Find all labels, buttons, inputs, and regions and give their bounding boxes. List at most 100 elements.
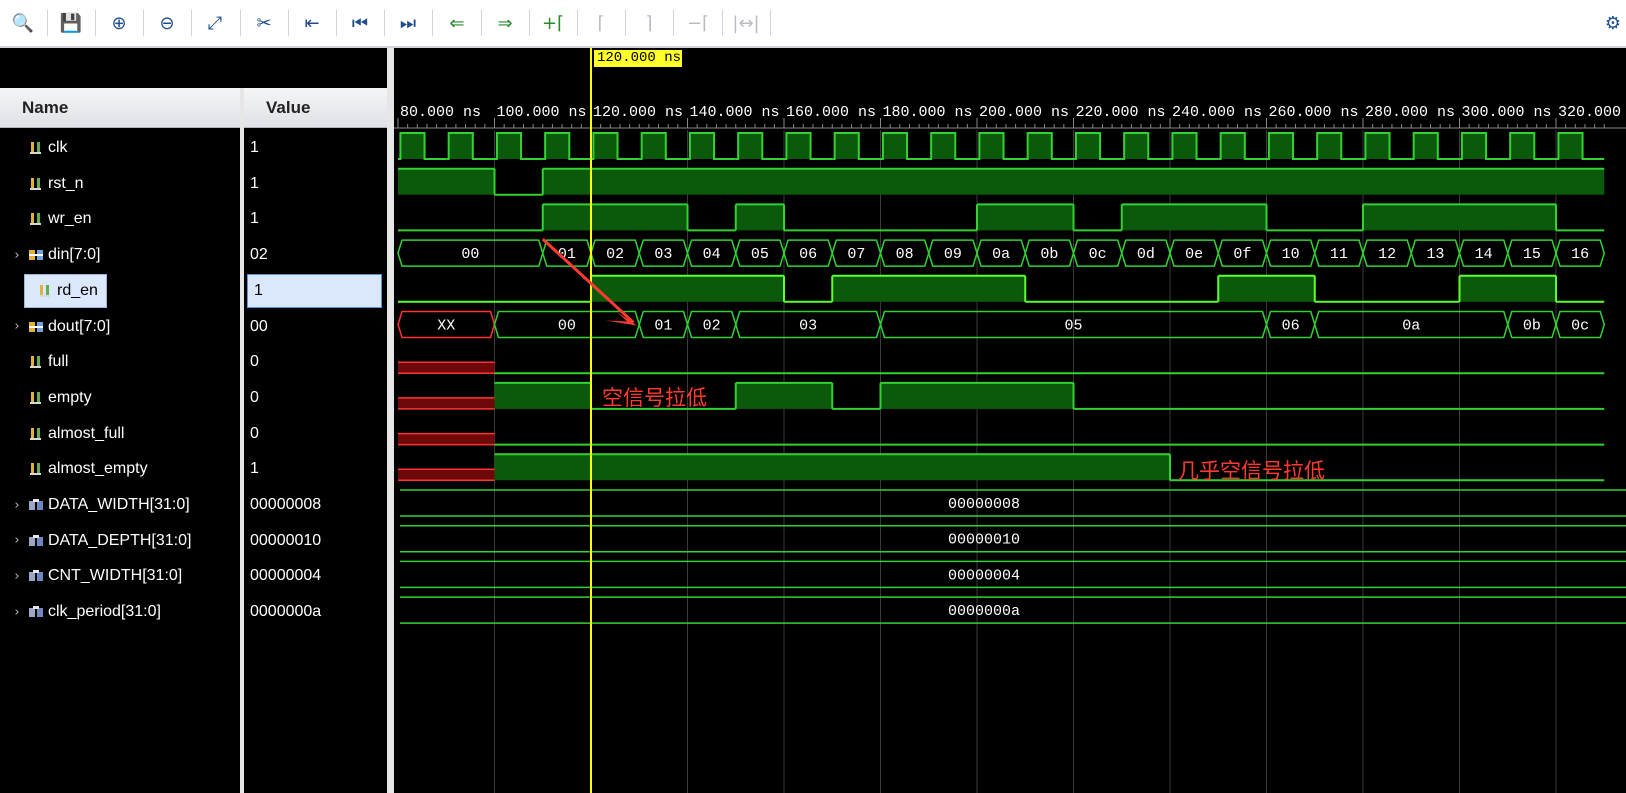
name-column-header[interactable]: Name xyxy=(0,88,240,128)
signal-row-data_width[interactable]: › DATA_WIDTH[31:0] xyxy=(10,487,189,523)
signal-value-text: 00000008 xyxy=(250,496,322,513)
clk_period-value: 0000000a xyxy=(948,603,1020,620)
signal-row-rd_en[interactable]: rd_en xyxy=(10,273,107,309)
din-bus-value: 10 xyxy=(1282,246,1300,263)
waveform-toolbar: 🔍 💾 ⊕ ⊖ ⤢ ✂ ⇤ ⏮ ⏭ ⇐ ⇒ +⌈ ⌈ ⌉ −⌈ |↔| ⚙ xyxy=(0,0,1626,48)
previous-transition-button[interactable]: ⇤ xyxy=(297,8,327,38)
zoom-fit-button[interactable]: ⤢ xyxy=(200,8,230,38)
signal-name: wr_en xyxy=(48,210,92,228)
signal-row-din[interactable]: › din[7:0] xyxy=(10,237,100,273)
signal-row-dout[interactable]: › dout[7:0] xyxy=(10,309,110,345)
settings-button[interactable]: ⚙ xyxy=(1598,8,1626,38)
zoom-in-icon: ⊕ xyxy=(111,12,127,34)
go-to-end-icon: ⏭ xyxy=(399,12,417,34)
bit-output-icon xyxy=(30,391,41,404)
dout-bus-value: 00 xyxy=(558,318,576,335)
clk-high-pulse xyxy=(545,133,570,159)
din-bus-value: 0c xyxy=(1089,246,1107,263)
previous-edge-button[interactable]: ⇐ xyxy=(442,8,472,38)
timeline-label: 140.000 ns xyxy=(690,104,780,121)
signal-value[interactable]: 00 xyxy=(250,309,268,345)
din-bus-value: 05 xyxy=(751,246,769,263)
bit-signal-icon xyxy=(30,213,41,226)
expand-chevron-icon[interactable]: › xyxy=(10,605,24,620)
expand-chevron-icon[interactable]: › xyxy=(10,533,24,548)
timeline-label: 80.000 ns xyxy=(400,104,481,121)
signal-name: almost_full xyxy=(48,424,125,442)
signal-value[interactable]: 1 xyxy=(250,130,259,166)
signal-name: rst_n xyxy=(48,174,84,192)
signal-row-empty[interactable]: empty xyxy=(10,380,92,416)
dout-bus-value: 02 xyxy=(703,318,721,335)
signal-value[interactable]: 02 xyxy=(250,237,268,273)
dout-bus-value: 05 xyxy=(1064,318,1082,335)
signal-value[interactable]: 0 xyxy=(250,344,259,380)
signal-value[interactable]: 00000010 xyxy=(250,523,321,559)
signal-value[interactable]: 1 xyxy=(250,451,259,487)
go-to-cursor-button[interactable]: ✂ xyxy=(249,8,279,38)
din-bus-value: 0a xyxy=(992,246,1010,263)
zoom-in-button[interactable]: ⊕ xyxy=(104,8,134,38)
waveform-svg: 80.000 ns 100.000 ns 120.000 ns 140.000 ns 1… xyxy=(394,48,1626,793)
next-marker-icon: ⌉ xyxy=(645,12,653,34)
panel-splitter[interactable] xyxy=(387,48,394,793)
signal-value-text: 02 xyxy=(250,246,268,264)
rst_n-high-segment xyxy=(398,168,495,195)
bus-signal-icon xyxy=(29,250,43,261)
signal-value[interactable]: 1 xyxy=(247,273,382,309)
clk-high-pulse xyxy=(1461,133,1487,159)
signal-row-almost_full[interactable]: almost_full xyxy=(10,416,124,452)
signal-name: full xyxy=(48,353,69,371)
annotation-almost-empty-low: 几乎空信号拉低 xyxy=(1178,459,1325,483)
signal-value[interactable]: 00000004 xyxy=(250,558,321,594)
signal-value[interactable]: 0 xyxy=(250,416,259,452)
expand-chevron-icon[interactable]: › xyxy=(10,498,24,513)
signal-value[interactable]: 1 xyxy=(250,166,259,202)
din-bus-value: 14 xyxy=(1475,246,1493,263)
din-bus-value: 11 xyxy=(1330,246,1348,263)
previous-marker-button[interactable]: ⌈ xyxy=(586,8,616,38)
timeline-label: 300.000 ns xyxy=(1462,104,1552,121)
signal-value-text: 1 xyxy=(250,210,259,228)
next-edge-button[interactable]: ⇒ xyxy=(490,8,520,38)
almost_full-undefined-region xyxy=(398,433,495,445)
toolbar-separator xyxy=(577,10,578,36)
cursor-time-label[interactable]: 120.000 ns xyxy=(594,50,682,67)
go-to-end-button[interactable]: ⏭ xyxy=(393,8,423,38)
clk-high-pulse xyxy=(1075,133,1101,159)
delete-marker-button[interactable]: −⌈ xyxy=(683,8,713,38)
search-button[interactable]: 🔍 xyxy=(8,8,38,38)
add-marker-button[interactable]: +⌈ xyxy=(538,8,568,38)
marker-distance-button[interactable]: |↔| xyxy=(731,8,761,38)
value-column-header[interactable]: Value xyxy=(244,88,387,128)
signal-value-text: 1 xyxy=(247,273,382,308)
clk-high-pulse xyxy=(931,133,956,159)
signal-row-clk_period[interactable]: › clk_period[31:0] xyxy=(10,594,161,630)
signal-value[interactable]: 1 xyxy=(250,201,259,237)
expand-chevron-icon[interactable]: › xyxy=(10,319,24,334)
signal-row-data_depth[interactable]: › DATA_DEPTH[31:0] xyxy=(10,523,191,559)
signal-row-wr_en[interactable]: wr_en xyxy=(10,201,92,237)
waveform-canvas[interactable]: 80.000 ns 100.000 ns 120.000 ns 140.000 ns 1… xyxy=(394,48,1626,793)
signal-row-rst_n[interactable]: rst_n xyxy=(10,166,84,202)
signal-value[interactable]: 0000000a xyxy=(250,594,321,630)
zoom-out-button[interactable]: ⊖ xyxy=(152,8,182,38)
signal-row-cnt_width[interactable]: › CNT_WIDTH[31:0] xyxy=(10,558,182,594)
signal-value[interactable]: 00000008 xyxy=(250,487,321,523)
toolbar-separator xyxy=(191,10,192,36)
expand-chevron-icon[interactable]: › xyxy=(10,248,24,263)
clk-high-pulse xyxy=(786,133,811,159)
clk-high-pulse xyxy=(1027,133,1052,159)
signal-row-full[interactable]: full xyxy=(10,344,68,380)
clk-high-pulse xyxy=(1172,133,1197,159)
toolbar-separator xyxy=(288,10,289,36)
go-to-start-button[interactable]: ⏮ xyxy=(345,8,375,38)
expand-chevron-icon[interactable]: › xyxy=(10,569,24,584)
clk-high-pulse xyxy=(1510,133,1535,159)
gear-icon: ⚙ xyxy=(1604,12,1622,34)
signal-value[interactable]: 0 xyxy=(250,380,259,416)
signal-row-almost_empty[interactable]: almost_empty xyxy=(10,451,148,487)
save-button[interactable]: 💾 xyxy=(56,8,86,38)
signal-row-clk[interactable]: clk xyxy=(10,130,68,166)
next-marker-button[interactable]: ⌉ xyxy=(634,8,664,38)
